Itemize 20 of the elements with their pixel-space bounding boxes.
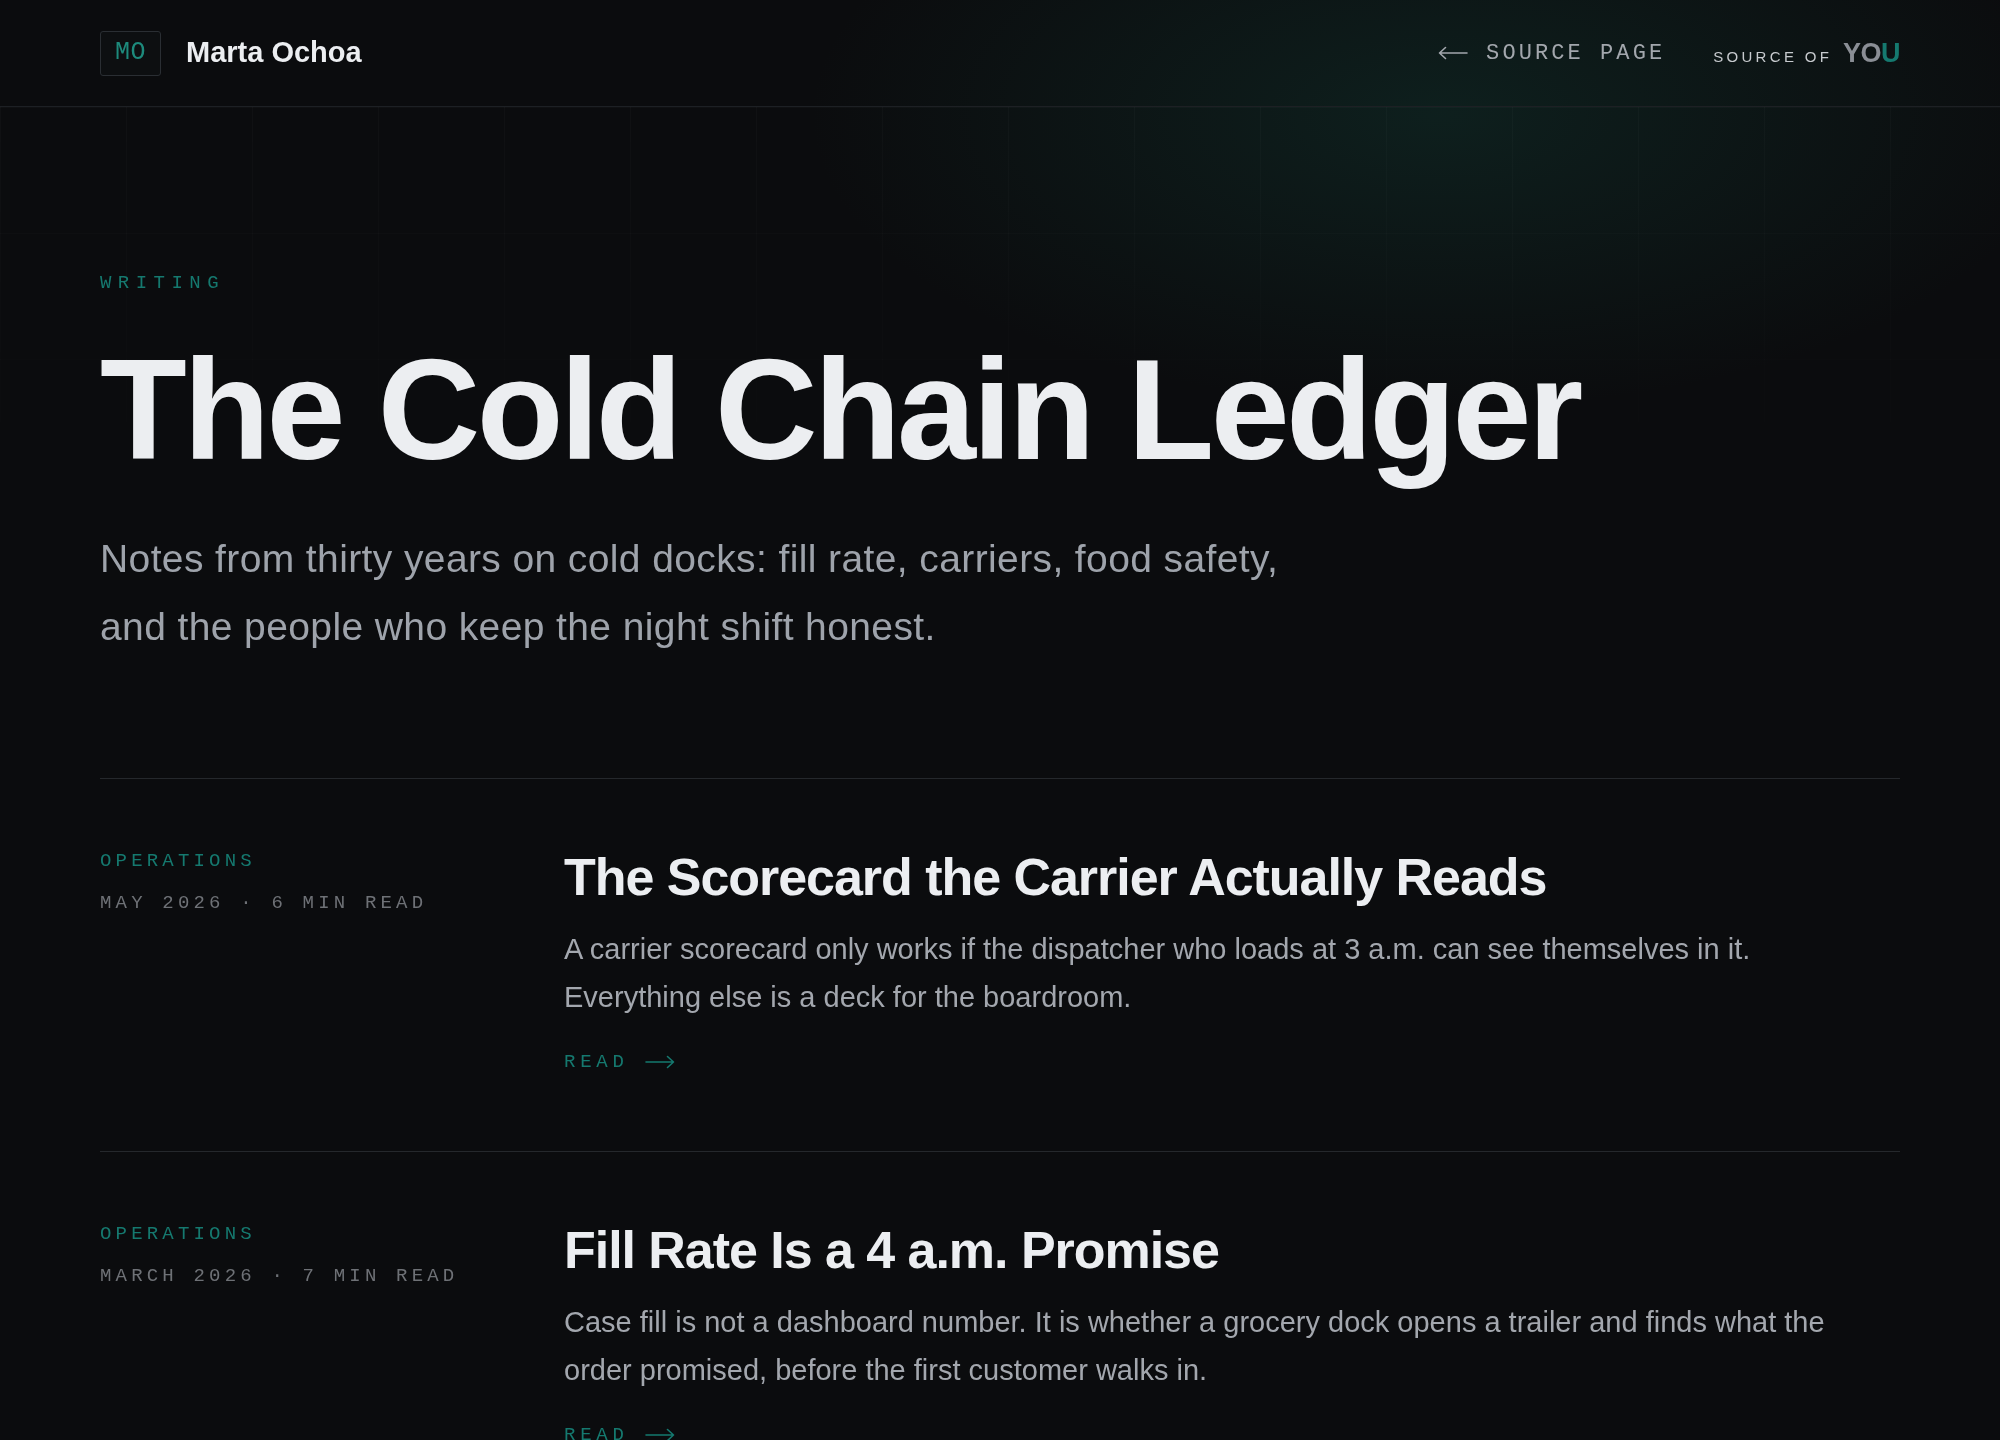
article-meta: MARCH 2026 · 7 MIN READ bbox=[100, 1264, 459, 1289]
section-eyebrow: WRITING bbox=[100, 271, 226, 295]
article-excerpt: Case fill is not a dashboard number. It is whether a grocery dock opens a trailer and finds what the order promised, before the first customer walks in. bbox=[564, 1305, 1826, 1388]
arrow-left-icon bbox=[1438, 46, 1469, 60]
read-link[interactable]: READ bbox=[564, 1049, 675, 1075]
brand-logo[interactable]: SOURCE OF YOU bbox=[1713, 32, 1900, 74]
source-page-link[interactable]: SOURCE PAGE bbox=[1438, 36, 1666, 70]
article-title: The Scorecard the Carrier Actually Reads bbox=[564, 847, 1547, 907]
article-excerpt: A carrier scorecard only works if the dispatcher who loads at 3 a.m. can see themselves in it. Everything else is a deck for the boardroom. bbox=[564, 932, 1752, 1015]
author-name[interactable]: Marta Ochoa bbox=[186, 31, 362, 75]
arrow-right-icon bbox=[644, 1428, 675, 1440]
article-meta: MAY 2026 · 6 MIN READ bbox=[100, 891, 428, 916]
monogram-logo[interactable]: MO bbox=[100, 30, 161, 76]
article-title: Fill Rate Is a 4 a.m. Promise bbox=[564, 1220, 1219, 1280]
page-subtitle: Notes from thirty years on cold docks: fill rate, carriers, food safety, and the people who keep the night shift honest. bbox=[100, 536, 1280, 650]
arrow-right-icon bbox=[644, 1055, 675, 1069]
page-title: The Cold Chain Ledger bbox=[100, 329, 1580, 491]
read-link[interactable]: READ bbox=[564, 1422, 675, 1440]
article-category: OPERATIONS bbox=[100, 849, 256, 874]
article-category: OPERATIONS bbox=[100, 1222, 256, 1247]
